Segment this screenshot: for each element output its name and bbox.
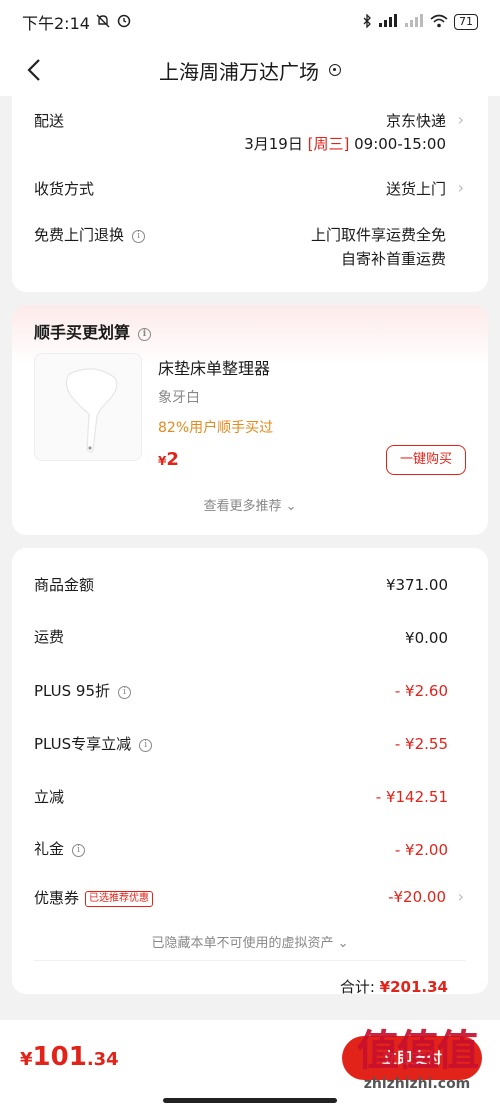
plus-reduction-label: PLUS专享立减 — [34, 735, 132, 753]
one-click-buy-button[interactable]: 一键购买 — [386, 445, 466, 475]
page-title: 上海周浦万达广场 — [159, 56, 341, 85]
chevron-right-icon: › — [457, 178, 464, 197]
delivery-date: 3月19日 — [244, 135, 303, 153]
receive-label: 收货方式 — [34, 180, 95, 198]
receive-method[interactable]: 送货上门 — [386, 178, 446, 199]
info-icon[interactable]: i — [139, 739, 153, 752]
back-button[interactable] — [22, 54, 46, 86]
location-pin-icon[interactable] — [329, 64, 341, 76]
battery-indicator: 71 — [454, 14, 478, 30]
pay-currency: ¥ — [20, 1049, 33, 1070]
price-value: 2 — [166, 449, 179, 470]
coupon-label: 优惠券 — [34, 889, 80, 907]
status-bar: 下午2:14 71 — [0, 0, 500, 44]
summary-row-label: 礼金 i — [34, 838, 86, 859]
signal-icon-secondary — [404, 13, 424, 31]
summary-row-label: 运费 — [34, 628, 65, 646]
price-summary-card: 商品金额 ¥371.00 运费 ¥0.00 PLUS 95折 i - ¥2.60 … — [12, 548, 488, 997]
more-recommendations-label: 查看更多推荐 — [203, 499, 282, 514]
summary-row-value: - ¥2.60 — [394, 682, 448, 700]
bell-off-icon — [96, 13, 110, 32]
summary-row-label: 立减 — [34, 788, 65, 806]
summary-row-value: ¥371.00 — [385, 576, 448, 594]
info-icon[interactable]: i — [132, 230, 146, 243]
product-price: ¥2 — [158, 449, 179, 470]
alarm-icon — [116, 12, 132, 32]
info-icon[interactable]: i — [72, 844, 86, 857]
watermark: 值值值 zhizhizhi.com — [342, 1026, 492, 1096]
nav-bar: 上海周浦万达广场 — [0, 44, 500, 96]
chevron-down-icon: ⌄ — [337, 936, 349, 951]
summary-row-label: 优惠券 已选推荐优惠 — [34, 887, 154, 908]
pay-decimal: .34 — [86, 1049, 119, 1070]
summary-total: 合计: ¥201.34 — [340, 976, 448, 997]
summary-row-value: - ¥2.55 — [394, 735, 448, 753]
chevron-right-icon: › — [457, 110, 464, 129]
bluetooth-icon — [362, 12, 372, 31]
info-icon[interactable]: i — [138, 328, 152, 341]
info-icon[interactable]: i — [118, 686, 132, 699]
coupon-tag: 已选推荐优惠 — [85, 891, 154, 907]
product-variant: 象牙白 — [158, 390, 200, 406]
delivery-time-range: 09:00-15:00 — [354, 135, 446, 153]
plus-discount-label: PLUS 95折 — [34, 682, 111, 700]
upsell-card: 顺手买更划算 i 床垫床单整理器 象牙白 82%用户顺手买过 ¥2 一键购买 查看… — [12, 305, 488, 535]
upsell-title: 顺手买更划算 i — [34, 319, 152, 343]
shipping-label: 配送 — [34, 112, 65, 130]
hidden-assets-text: 已隐藏本单不可使用的虚拟资产 — [151, 936, 334, 951]
more-recommendations[interactable]: 查看更多推荐 ⌄ — [12, 495, 488, 514]
total-label: 合计: — [339, 978, 375, 996]
pay-amount: ¥101.34 — [20, 1042, 119, 1072]
product-image — [65, 368, 118, 453]
product-thumbnail[interactable] — [34, 353, 142, 461]
return-line-2: 自寄补首重运费 — [340, 250, 446, 268]
shipping-method[interactable]: 京东快递 — [386, 110, 446, 131]
summary-row-value: ¥0.00 — [405, 629, 448, 647]
pay-integer: 101 — [32, 1042, 87, 1072]
chevron-right-icon: › — [457, 887, 464, 906]
summary-row-label: 商品金额 — [34, 576, 95, 594]
hidden-assets-note[interactable]: 已隐藏本单不可使用的虚拟资产 ⌄ — [12, 932, 488, 951]
status-time: 下午2:14 — [22, 14, 90, 33]
watermark-url: zhizhizhi.com — [363, 1076, 471, 1092]
free-return-text: 免费上门退换 — [34, 226, 125, 244]
product-name[interactable]: 床垫床单整理器 — [158, 355, 270, 379]
delivery-weekday: [周三] — [307, 135, 350, 153]
upsell-title-text: 顺手买更划算 — [34, 323, 131, 342]
free-return-label: 免费上门退换 i — [34, 224, 146, 245]
summary-row-label: PLUS 95折 i — [34, 680, 132, 701]
summary-row-label: PLUS专享立减 i — [34, 733, 153, 754]
delivery-card: 配送 京东快递 › 3月19日 [周三] 09:00-15:00 收货方式 送货… — [12, 96, 488, 292]
chevron-left-icon — [27, 59, 40, 81]
wifi-icon — [430, 14, 448, 31]
watermark-logo: 值值值 — [356, 1026, 479, 1075]
delivery-time[interactable]: 3月19日 [周三] 09:00-15:00 — [244, 133, 446, 154]
summary-row-value: - ¥2.00 — [394, 841, 448, 859]
coupon-value[interactable]: -¥20.00 — [388, 888, 446, 906]
gift-money-label: 礼金 — [34, 840, 65, 858]
signal-icon — [378, 13, 398, 31]
chevron-down-icon: ⌄ — [285, 499, 297, 514]
summary-row-value: - ¥142.51 — [375, 788, 448, 806]
return-line-1: 上门取件享运费全免 — [310, 226, 446, 244]
home-indicator — [163, 1098, 337, 1103]
purchase-stat: 82%用户顺手买过 — [158, 420, 274, 436]
store-name: 上海周浦万达广场 — [159, 59, 319, 84]
divider — [34, 960, 466, 961]
total-value: ¥201.34 — [379, 978, 448, 996]
